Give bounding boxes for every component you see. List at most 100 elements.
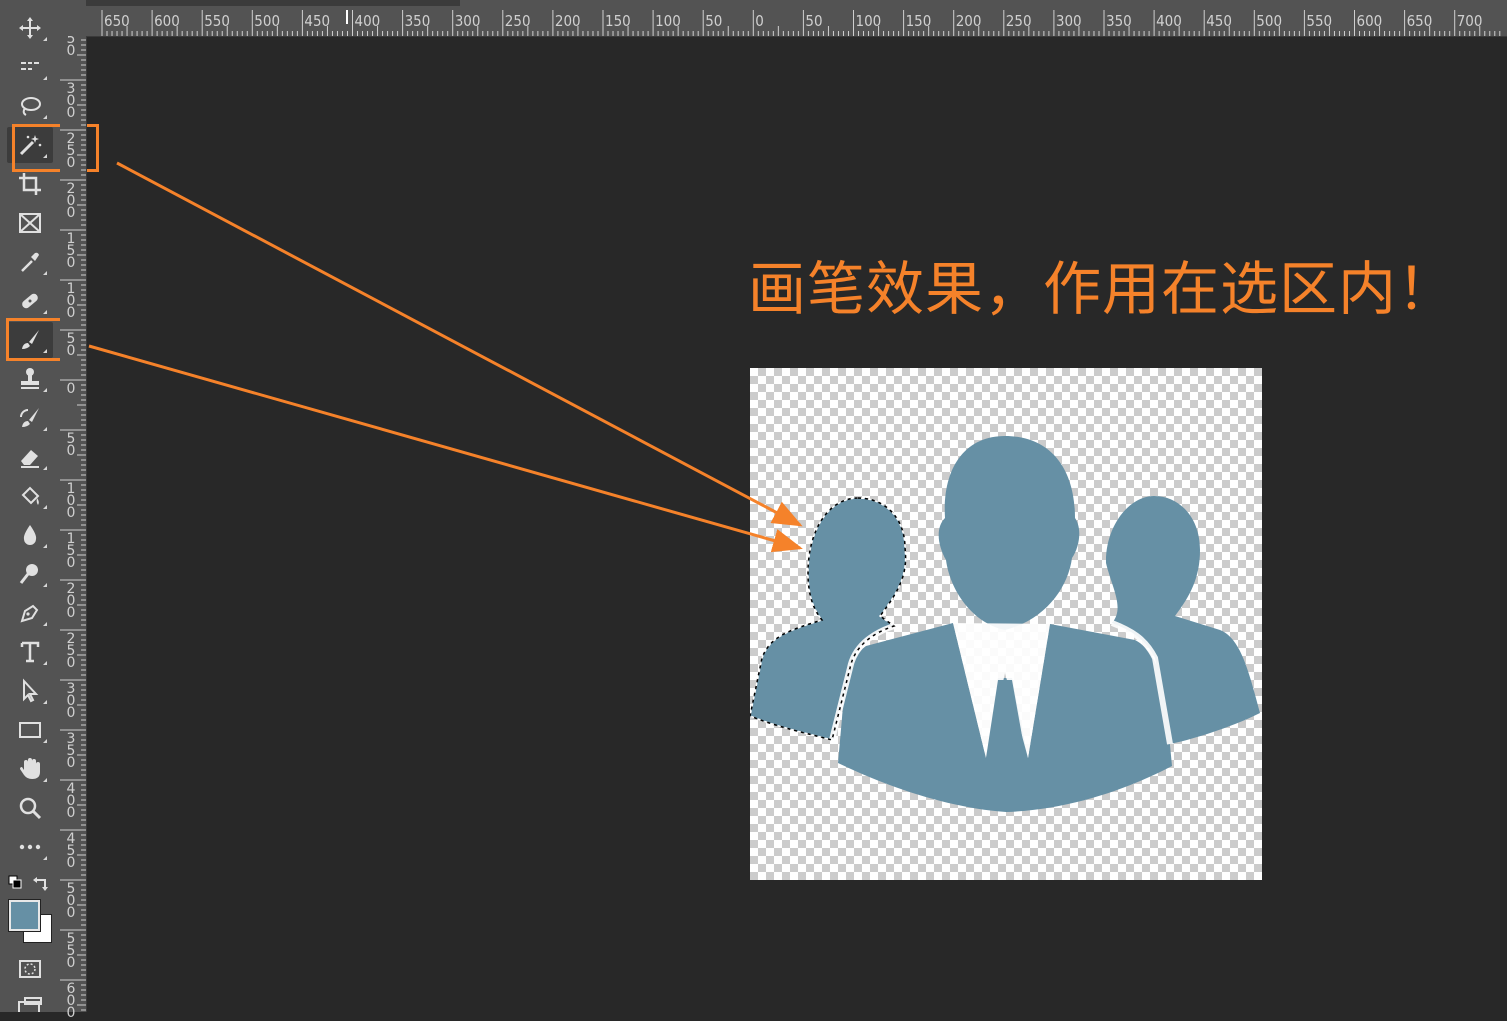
ruler-label: 300	[454, 12, 481, 30]
history-brush-tool[interactable]	[7, 400, 53, 436]
swap-arrow-icon	[33, 877, 48, 891]
hand-tool[interactable]	[7, 751, 53, 787]
path-selection-tool[interactable]	[7, 673, 53, 709]
ruler-label: 2 5 0	[66, 631, 76, 671]
ruler-label: 50	[705, 12, 723, 30]
horizontal-ruler: 650 600 550 500 450 400 350 300 250 200 150 100 50 0 5…	[60, 0, 1507, 37]
default-colors-button[interactable]	[8, 875, 24, 891]
ruler-label: 2 0 0	[66, 181, 76, 221]
ruler-label: 650	[1406, 12, 1433, 30]
document-canvas[interactable]	[750, 368, 1262, 880]
move-tool[interactable]	[7, 10, 53, 46]
annotation-caption: 画笔效果，作用在选区内！	[748, 255, 1457, 323]
zoom-icon	[19, 797, 42, 820]
hand-icon	[20, 758, 40, 779]
ruler-label: 350	[404, 12, 431, 30]
zoom-tool[interactable]	[7, 790, 53, 826]
ruler-label: 2 0 0	[66, 581, 76, 621]
ruler-label: 0	[755, 12, 764, 30]
default-colors-icon	[8, 875, 22, 889]
ruler-label: 400	[1156, 12, 1182, 30]
droplet-icon	[23, 525, 37, 545]
arrow-icon	[23, 678, 39, 703]
ruler-label: 3 5 0	[66, 731, 76, 771]
rectangle-icon	[19, 722, 41, 738]
healing-brush-tool[interactable]	[7, 283, 53, 319]
ellipsis-icon	[19, 844, 41, 850]
type-tool[interactable]	[7, 634, 53, 670]
screen-mode-button[interactable]	[17, 996, 43, 1017]
center-person	[938, 436, 1080, 630]
move-icon	[19, 17, 41, 39]
ruler-label: 600	[1356, 12, 1383, 30]
swap-colors-button[interactable]	[32, 874, 50, 892]
arrow-to-selection-lower	[88, 344, 803, 553]
frame-tool[interactable]	[7, 205, 53, 241]
eyedropper-tool[interactable]	[7, 244, 53, 280]
ruler-label: 100	[855, 12, 882, 30]
ruler-label: 500	[254, 12, 281, 30]
ruler-label: 1 0 0	[66, 281, 76, 321]
rectangle-tool[interactable]	[7, 712, 53, 748]
ruler-label: 700	[1456, 12, 1483, 30]
clone-stamp-tool[interactable]	[7, 361, 53, 397]
team-silhouette	[750, 436, 1260, 812]
pen-tool[interactable]	[7, 595, 53, 631]
ruler-label: 450	[304, 12, 331, 30]
ruler-label: 250	[504, 12, 531, 30]
quick-mask-icon	[19, 960, 41, 978]
ruler-label: 250	[1005, 12, 1032, 30]
more-tools[interactable]	[7, 829, 53, 865]
dodge-icon	[19, 564, 38, 584]
ruler-label: 4 5 0	[66, 831, 76, 871]
blur-tool[interactable]	[7, 517, 53, 553]
ruler-label: 5 0	[66, 31, 76, 59]
quick-mask-button[interactable]	[7, 951, 53, 987]
ruler-label: 200	[955, 12, 982, 30]
ruler-label: 5 0 0	[66, 881, 76, 921]
lasso-tool[interactable]	[7, 88, 53, 124]
bandage-icon	[22, 293, 38, 309]
ruler-label: 500	[1256, 12, 1283, 30]
ruler-label: 450	[1206, 12, 1232, 30]
marquee-icon	[21, 62, 39, 70]
ruler-label: 300	[1055, 12, 1082, 30]
marquee-tool[interactable]	[7, 49, 53, 85]
arrow-to-selection-upper	[116, 161, 803, 527]
ruler-label: 5 0	[66, 431, 76, 459]
history-brush-icon	[20, 408, 39, 427]
eraser-tool[interactable]	[7, 439, 53, 475]
frame-icon	[19, 213, 41, 233]
ruler-label: 550	[1306, 12, 1333, 30]
eyedropper-icon	[21, 252, 39, 272]
ruler-corner[interactable]	[60, 0, 86, 36]
screen-mode-icon	[18, 997, 42, 1017]
stamp-icon	[21, 368, 39, 389]
ruler-label: 150	[905, 12, 932, 30]
foreground-color-swatch[interactable]	[8, 899, 41, 932]
ruler-label: 1 0 0	[66, 481, 76, 521]
ruler-label: 50	[805, 12, 823, 30]
ruler-label: 600	[154, 12, 180, 30]
ruler-label: 1 5 0	[66, 531, 76, 571]
dodge-tool[interactable]	[7, 556, 53, 592]
ruler-label: 200	[554, 12, 581, 30]
ruler-label: 4 0 0	[66, 781, 76, 821]
ruler-label: 1 5 0	[66, 231, 76, 271]
pen-icon	[20, 604, 39, 623]
ruler-label: 350	[1106, 12, 1132, 30]
eraser-icon	[21, 450, 39, 468]
type-icon	[20, 641, 40, 663]
ruler-label: 3 0 0	[66, 681, 76, 721]
ruler-label: 3 0 0	[66, 81, 76, 121]
ruler-label: 550	[204, 12, 230, 30]
ruler-label: 6 0 0	[66, 981, 76, 1021]
ruler-label: 100	[655, 12, 681, 30]
ruler-label: 650	[104, 12, 130, 30]
ruler-label: 0	[66, 381, 76, 397]
paint-bucket-tool[interactable]	[7, 478, 53, 514]
lasso-icon	[21, 97, 41, 116]
ruler-label: 150	[605, 12, 631, 30]
ruler-label: 400	[354, 12, 381, 30]
ruler-label: 2 5 0	[66, 131, 76, 171]
